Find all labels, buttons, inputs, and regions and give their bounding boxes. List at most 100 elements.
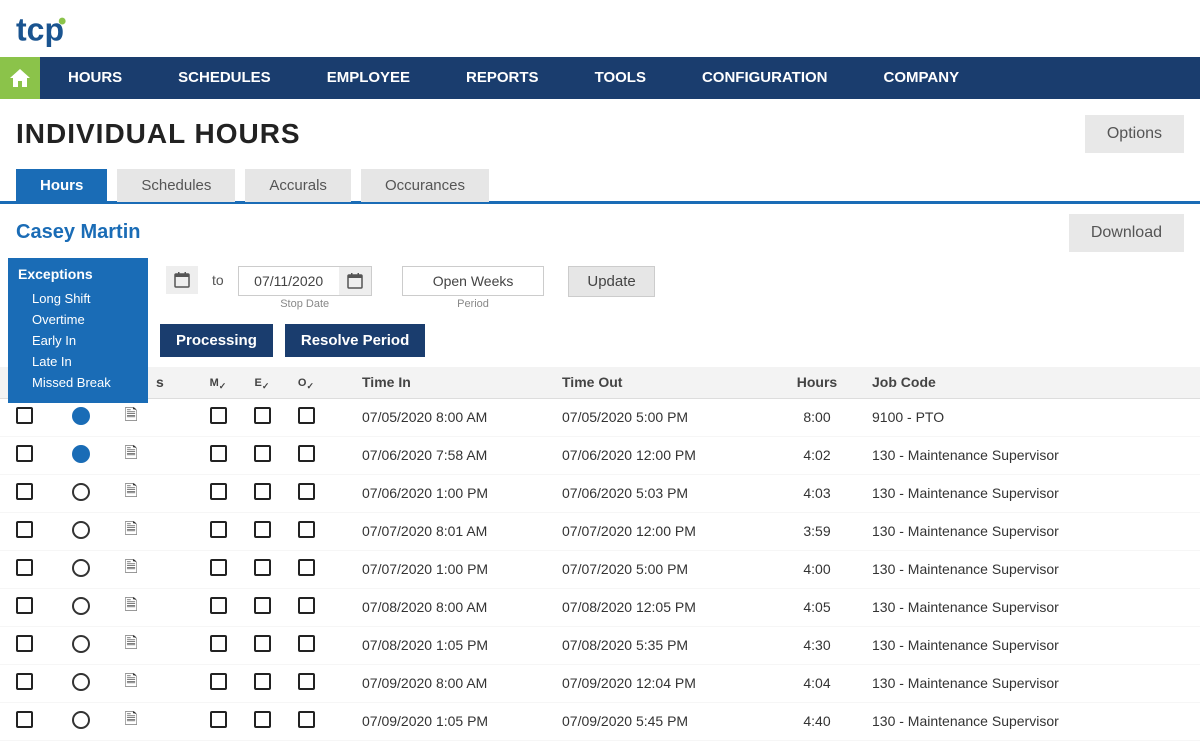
- exception-late-in[interactable]: Late In: [18, 351, 138, 372]
- hours-cell: 4:30: [762, 637, 872, 653]
- note-icon[interactable]: [72, 673, 90, 691]
- navbar: HOURSSCHEDULESEMPLOYEEREPORTSTOOLSCONFIG…: [0, 57, 1200, 99]
- exception-early-in[interactable]: Early In: [18, 330, 138, 351]
- e-checkbox[interactable]: [254, 445, 271, 462]
- o-checkbox[interactable]: [298, 597, 315, 614]
- note-icon[interactable]: [72, 483, 90, 501]
- period-select[interactable]: Open Weeks: [402, 266, 545, 296]
- m-checkbox[interactable]: [210, 407, 227, 424]
- row-checkbox[interactable]: [16, 407, 33, 424]
- e-checkbox[interactable]: [254, 711, 271, 728]
- m-checkbox[interactable]: [210, 635, 227, 652]
- tab-schedules[interactable]: Schedules: [117, 169, 235, 202]
- stop-date-input[interactable]: [239, 267, 339, 295]
- exceptions-title: Exceptions: [18, 266, 138, 282]
- download-button[interactable]: Download: [1069, 214, 1184, 252]
- e-checkbox[interactable]: [254, 483, 271, 500]
- time-out-cell: 07/09/2020 5:45 PM: [562, 713, 762, 729]
- exceptions-menu[interactable]: Exceptions Long ShiftOvertimeEarly InLat…: [8, 258, 148, 403]
- document-icon[interactable]: 🗎: [125, 632, 138, 659]
- m-checkbox[interactable]: [210, 597, 227, 614]
- m-checkbox[interactable]: [210, 559, 227, 576]
- nav-item-employee[interactable]: EMPLOYEE: [299, 57, 438, 99]
- e-checkbox[interactable]: [254, 597, 271, 614]
- e-checkbox[interactable]: [254, 673, 271, 690]
- row-checkbox[interactable]: [16, 711, 33, 728]
- row-checkbox[interactable]: [16, 559, 33, 576]
- o-checkbox[interactable]: [298, 635, 315, 652]
- o-checkbox[interactable]: [298, 445, 315, 462]
- note-icon[interactable]: [72, 521, 90, 539]
- document-icon[interactable]: 🗎: [125, 404, 138, 431]
- start-calendar-icon[interactable]: [166, 266, 198, 294]
- hours-table: s M✓ E✓ O✓ Time In Time Out Hours Job Co…: [0, 367, 1200, 741]
- processing-button[interactable]: Processing: [160, 324, 273, 357]
- row-checkbox[interactable]: [16, 635, 33, 652]
- hours-cell: 8:00: [762, 409, 872, 425]
- nav-item-reports[interactable]: REPORTS: [438, 57, 567, 99]
- row-checkbox[interactable]: [16, 483, 33, 500]
- m-checkbox[interactable]: [210, 445, 227, 462]
- exception-missed-break[interactable]: Missed Break: [18, 372, 138, 393]
- job-code-cell: 130 - Maintenance Supervisor: [872, 675, 1184, 691]
- resolve-period-button[interactable]: Resolve Period: [285, 324, 425, 357]
- m-checkbox[interactable]: [210, 673, 227, 690]
- update-button[interactable]: Update: [568, 266, 654, 297]
- o-checkbox[interactable]: [298, 673, 315, 690]
- o-checkbox[interactable]: [298, 711, 315, 728]
- document-icon[interactable]: 🗎: [125, 518, 138, 545]
- document-icon[interactable]: 🗎: [125, 670, 138, 697]
- row-checkbox[interactable]: [16, 521, 33, 538]
- document-icon[interactable]: 🗎: [125, 442, 138, 469]
- o-checkbox[interactable]: [298, 521, 315, 538]
- document-icon[interactable]: 🗎: [125, 556, 138, 583]
- nav-item-configuration[interactable]: CONFIGURATION: [674, 57, 856, 99]
- time-out-cell: 07/06/2020 5:03 PM: [562, 485, 762, 501]
- row-checkbox[interactable]: [16, 597, 33, 614]
- nav-item-schedules[interactable]: SCHEDULES: [150, 57, 299, 99]
- e-checkbox[interactable]: [254, 635, 271, 652]
- action-row: Processing Resolve Period: [0, 320, 1200, 367]
- document-icon[interactable]: 🗎: [125, 480, 138, 507]
- note-icon[interactable]: [72, 635, 90, 653]
- tab-occurances[interactable]: Occurances: [361, 169, 489, 202]
- page-header: INDIVIDUAL HOURS Options: [0, 99, 1200, 169]
- stop-calendar-icon[interactable]: [339, 267, 371, 295]
- m-checkbox[interactable]: [210, 711, 227, 728]
- e-checkbox[interactable]: [254, 407, 271, 424]
- time-out-cell: 07/08/2020 12:05 PM: [562, 599, 762, 615]
- col-hours: Hours: [762, 374, 872, 390]
- document-icon[interactable]: 🗎: [125, 594, 138, 621]
- time-out-cell: 07/09/2020 12:04 PM: [562, 675, 762, 691]
- e-checkbox[interactable]: [254, 521, 271, 538]
- exception-long-shift[interactable]: Long Shift: [18, 288, 138, 309]
- nav-item-tools[interactable]: TOOLS: [567, 57, 674, 99]
- m-checkbox[interactable]: [210, 483, 227, 500]
- row-checkbox[interactable]: [16, 673, 33, 690]
- exception-overtime[interactable]: Overtime: [18, 309, 138, 330]
- job-code-cell: 9100 - PTO: [872, 409, 1184, 425]
- note-icon[interactable]: [72, 597, 90, 615]
- o-checkbox[interactable]: [298, 407, 315, 424]
- o-checkbox[interactable]: [298, 483, 315, 500]
- logo: tcp•: [0, 0, 1200, 57]
- tab-hours[interactable]: Hours: [16, 169, 107, 202]
- page-title: INDIVIDUAL HOURS: [16, 118, 301, 150]
- note-icon[interactable]: [72, 407, 90, 425]
- o-checkbox[interactable]: [298, 559, 315, 576]
- col-time-out: Time Out: [562, 374, 762, 390]
- note-icon[interactable]: [72, 711, 90, 729]
- nav-item-company[interactable]: COMPANY: [856, 57, 988, 99]
- tab-accurals[interactable]: Accurals: [245, 169, 351, 202]
- table-row: 🗎07/09/2020 1:05 PM07/09/2020 5:45 PM4:4…: [0, 703, 1200, 741]
- options-button[interactable]: Options: [1085, 115, 1184, 153]
- nav-item-hours[interactable]: HOURS: [40, 57, 150, 99]
- row-checkbox[interactable]: [16, 445, 33, 462]
- document-icon[interactable]: 🗎: [125, 708, 138, 735]
- home-icon[interactable]: [0, 57, 40, 99]
- note-icon[interactable]: [72, 445, 90, 463]
- note-icon[interactable]: [72, 559, 90, 577]
- time-in-cell: 07/07/2020 8:01 AM: [362, 523, 562, 539]
- e-checkbox[interactable]: [254, 559, 271, 576]
- m-checkbox[interactable]: [210, 521, 227, 538]
